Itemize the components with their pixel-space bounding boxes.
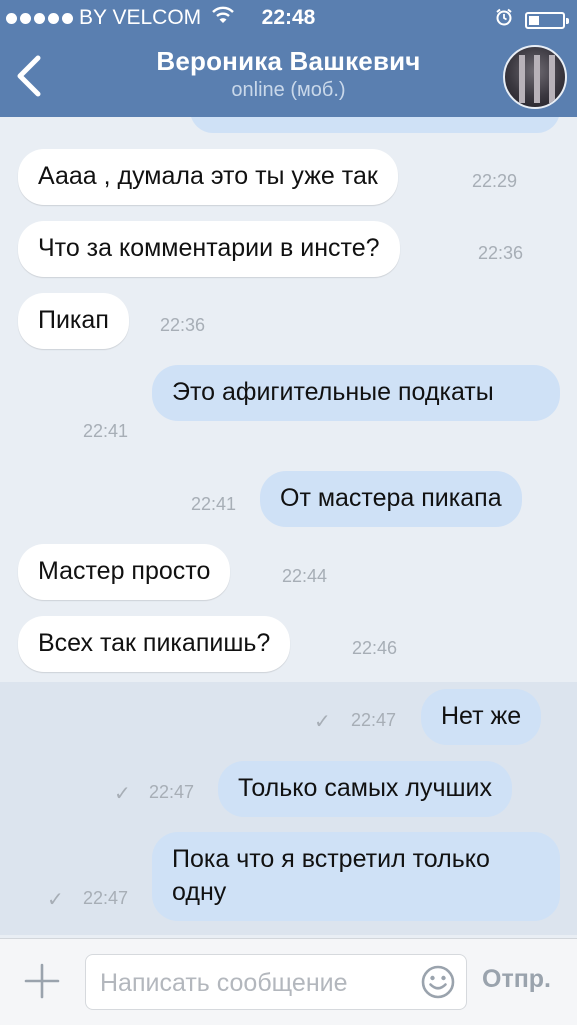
chat-header: BY VELCOM 22:48 Вероника Вашкевич online… <box>0 0 577 117</box>
message-composer: Отпр. <box>0 938 577 1025</box>
message-bubble-incoming[interactable]: Пикап <box>18 293 129 349</box>
battery-icon <box>525 11 569 29</box>
chat-title[interactable]: Вероника Вашкевич online (моб.) <box>0 46 577 102</box>
message-bubble-outgoing[interactable]: От мастера пикапа <box>260 471 522 527</box>
message-time: 22:46 <box>352 638 398 658</box>
message-bubble-outgoing[interactable]: Это афигительные подкаты <box>152 365 560 421</box>
message-bubble-outgoing[interactable]: Нет же <box>421 689 542 745</box>
message-text: Мастер просто <box>38 557 211 585</box>
checkmark-icon: ✓ <box>314 711 331 733</box>
avatar[interactable] <box>503 45 567 109</box>
message-time: 22:36 <box>160 315 206 335</box>
alarm-icon <box>495 8 513 32</box>
send-button[interactable]: Отпр. <box>482 965 551 994</box>
message-text: От мастера пикапа <box>280 484 502 512</box>
contact-status: online (моб.) <box>231 79 346 101</box>
message-time: 22:44 <box>282 566 328 586</box>
message-text: Всех так пикапишь? <box>38 629 271 657</box>
message-text: Аааа , думала это ты уже так <box>38 162 378 190</box>
message-time: 22:29 <box>472 171 518 191</box>
message-time: 22:47 <box>83 888 129 908</box>
message-bubble-outgoing[interactable]: Пока что я встретил только одну <box>152 832 560 921</box>
checkmark-icon: ✓ <box>114 783 131 805</box>
message-text: Нет же <box>441 702 522 730</box>
message-text: Это афигительные подкаты <box>172 378 494 406</box>
message-bubble-partial[interactable] <box>190 117 560 133</box>
attach-button[interactable] <box>22 961 62 1001</box>
message-input-box[interactable] <box>85 954 467 1011</box>
message-input[interactable] <box>98 955 412 1011</box>
contact-name: Вероника Вашкевич <box>156 46 421 76</box>
status-bar: BY VELCOM 22:48 <box>0 0 577 36</box>
message-time: 22:41 <box>191 494 237 514</box>
message-text: Пока что я встретил только одну <box>172 845 490 906</box>
message-bubble-incoming[interactable]: Аааа , думала это ты уже так <box>18 149 398 205</box>
checkmark-icon: ✓ <box>47 889 64 911</box>
emoji-button[interactable] <box>420 964 456 1000</box>
message-text: Что за комментарии в инсте? <box>38 234 380 262</box>
message-bubble-incoming[interactable]: Что за комментарии в инсте? <box>18 221 400 277</box>
message-time: 22:47 <box>149 782 195 802</box>
plus-icon <box>24 963 60 999</box>
message-text: Только самых лучших <box>238 774 492 802</box>
message-list[interactable]: Аааа , думала это ты уже так 22:29 Что з… <box>0 117 577 938</box>
message-time: 22:36 <box>478 243 524 263</box>
smile-icon <box>421 965 455 999</box>
message-time: 22:47 <box>351 710 397 730</box>
message-bubble-incoming[interactable]: Всех так пикапишь? <box>18 616 291 672</box>
message-time: 22:41 <box>83 421 129 441</box>
status-time: 22:48 <box>261 6 316 29</box>
message-text: Пикап <box>38 306 109 334</box>
message-bubble-incoming[interactable]: Мастер просто <box>18 544 231 600</box>
message-bubble-outgoing[interactable]: Только самых лучших <box>218 761 512 817</box>
